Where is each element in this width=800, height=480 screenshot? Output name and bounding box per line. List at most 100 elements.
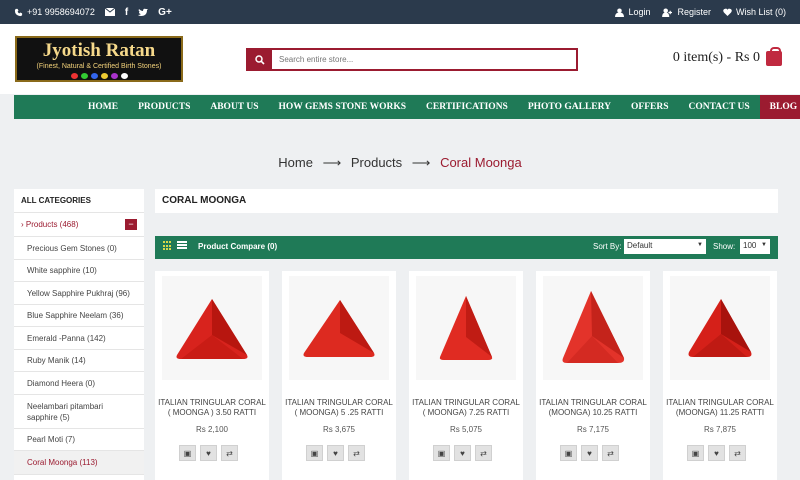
- phone-icon: [14, 8, 23, 16]
- breadcrumb-arrow-icon: ⟶: [411, 155, 431, 170]
- sidebar-title: ALL CATEGORIES: [14, 189, 144, 213]
- phone-number: +91 9958694072: [27, 7, 95, 17]
- compare-button[interactable]: ⇄: [475, 445, 492, 461]
- show-value: 100: [743, 241, 757, 250]
- sidebar-item-pearl[interactable]: Pearl Moti (7): [14, 429, 144, 451]
- add-to-wishlist-button[interactable]: ♥: [581, 445, 598, 461]
- compare-button[interactable]: ⇄: [221, 445, 238, 461]
- sidebar-item-white-sapphire[interactable]: White sapphire (10): [14, 260, 144, 282]
- product-name[interactable]: ITALIAN TRINGULAR CORAL (MOONGA) 11.25 R…: [665, 398, 775, 418]
- sidebar-item-neelambari[interactable]: Neelambari pitambari sapphire (5): [14, 395, 144, 429]
- nav-about-us[interactable]: ABOUT US: [200, 95, 268, 119]
- breadcrumb-products[interactable]: Products: [351, 155, 402, 170]
- login-label: Login: [628, 7, 651, 17]
- product-card[interactable]: ITALIAN TRINGULAR CORAL (MOONGA) 10.25 R…: [536, 271, 650, 480]
- site-header: Jyotish Ratan (Finest, Natural & Certifi…: [0, 24, 800, 94]
- compare-button[interactable]: ⇄: [348, 445, 365, 461]
- product-image[interactable]: [416, 276, 516, 380]
- nav-home[interactable]: HOME: [78, 95, 128, 119]
- breadcrumb-current: Coral Moonga: [440, 155, 522, 170]
- mail-icon[interactable]: [104, 8, 115, 16]
- phone-contact[interactable]: +91 9958694072: [14, 7, 95, 17]
- product-compare-link[interactable]: Product Compare (0): [198, 242, 277, 251]
- login-link[interactable]: Login: [615, 7, 650, 17]
- heart-icon: ♥: [587, 448, 592, 458]
- cart-icon: ▣: [183, 448, 192, 458]
- search-input[interactable]: [272, 50, 576, 69]
- nav-contact-us[interactable]: CONTACT US: [679, 95, 760, 119]
- add-to-wishlist-button[interactable]: ♥: [200, 445, 217, 461]
- cart-summary[interactable]: 0 item(s) - Rs 0: [673, 46, 782, 66]
- product-card[interactable]: ITALIAN TRINGULAR CORAL (MOONGA) 11.25 R…: [663, 271, 777, 480]
- product-card[interactable]: ITALIAN TRINGULAR CORAL ( MOONGA) 7.25 R…: [409, 271, 523, 480]
- nav-photo-gallery[interactable]: PHOTO GALLERY: [518, 95, 621, 119]
- product-name[interactable]: ITALIAN TRINGULAR CORAL (MOONGA) 10.25 R…: [538, 398, 648, 418]
- show-select[interactable]: 100 ▼: [740, 239, 770, 254]
- product-name[interactable]: ITALIAN TRINGULAR CORAL ( MOONGA) 7.25 R…: [411, 398, 521, 418]
- sort-select[interactable]: Default ▼: [624, 239, 706, 254]
- product-price: Rs 3,675: [322, 425, 356, 434]
- nav-blog[interactable]: BLOG: [759, 95, 800, 119]
- google-plus-icon[interactable]: G+: [158, 7, 172, 18]
- heart-icon: ♥: [206, 448, 211, 458]
- show-label: Show:: [713, 242, 736, 251]
- user-icon: [615, 7, 625, 17]
- breadcrumb-home[interactable]: Home: [278, 155, 313, 170]
- product-name[interactable]: ITALIAN TRINGULAR CORAL ( MOONGA ) 3.50 …: [157, 398, 267, 418]
- product-actions: ▣ ♥ ⇄: [306, 445, 365, 461]
- search-button[interactable]: [248, 50, 272, 69]
- exchange-icon: ⇄: [734, 448, 741, 458]
- sidebar-item-diamond[interactable]: Diamond Heera (0): [14, 372, 144, 395]
- sidebar-item-blue-sapphire[interactable]: Blue Sapphire Neelam (36): [14, 305, 144, 327]
- sidebar-item-precious-gem-stones[interactable]: Precious Gem Stones (0): [14, 237, 144, 260]
- twitter-icon[interactable]: [138, 8, 149, 17]
- add-to-cart-button[interactable]: ▣: [687, 445, 704, 461]
- nav-offers[interactable]: OFFERS: [621, 95, 678, 119]
- add-to-cart-button[interactable]: ▣: [179, 445, 196, 461]
- add-to-cart-button[interactable]: ▣: [433, 445, 450, 461]
- product-image[interactable]: [162, 276, 262, 380]
- product-actions: ▣ ♥ ⇄: [687, 445, 746, 461]
- site-logo[interactable]: Jyotish Ratan (Finest, Natural & Certifi…: [15, 36, 183, 82]
- product-card[interactable]: ITALIAN TRINGULAR CORAL ( MOONGA ) 3.50 …: [155, 271, 269, 480]
- add-to-wishlist-button[interactable]: ♥: [327, 445, 344, 461]
- sidebar-root-text: Products (468): [25, 220, 79, 229]
- product-image[interactable]: [289, 276, 389, 380]
- sidebar-item-yellow-sapphire[interactable]: Yellow Sapphire Pukhraj (96): [14, 282, 144, 305]
- product-price: Rs 5,075: [449, 425, 483, 434]
- add-to-cart-button[interactable]: ▣: [560, 445, 577, 461]
- register-link[interactable]: Register: [662, 7, 711, 17]
- nav-products[interactable]: PRODUCTS: [128, 95, 200, 119]
- sidebar-item-products[interactable]: › Products (468) −: [14, 213, 144, 237]
- product-price: Rs 2,100: [195, 425, 229, 434]
- exchange-icon: ⇄: [353, 448, 360, 458]
- product-listing: CORAL MOONGA Product Compare (0) Sort By…: [155, 189, 778, 480]
- facebook-icon[interactable]: f: [125, 7, 128, 18]
- sidebar-item-ruby[interactable]: Ruby Manik (14): [14, 350, 144, 372]
- sidebar-item-emerald[interactable]: Emerald -Panna (142): [14, 327, 144, 350]
- product-price: Rs 7,875: [703, 425, 737, 434]
- nav-certifications[interactable]: CERTIFICATIONS: [416, 95, 518, 119]
- product-image[interactable]: [670, 276, 770, 380]
- heart-icon: ♥: [333, 448, 338, 458]
- product-image[interactable]: [543, 276, 643, 380]
- compare-button[interactable]: ⇄: [729, 445, 746, 461]
- shopping-bag-icon: [766, 46, 782, 66]
- sort-value: Default: [627, 241, 653, 250]
- add-to-wishlist-button[interactable]: ♥: [454, 445, 471, 461]
- wishlist-link[interactable]: Wish List (0): [723, 7, 786, 17]
- collapse-icon[interactable]: −: [125, 219, 137, 230]
- product-card[interactable]: ITALIAN TRINGULAR CORAL ( MOONGA) 5 .25 …: [282, 271, 396, 480]
- nav-how-gems-work[interactable]: HOW GEMS STONE WORKS: [269, 95, 417, 119]
- add-to-wishlist-button[interactable]: ♥: [708, 445, 725, 461]
- logo-gems: [17, 73, 181, 79]
- add-to-cart-button[interactable]: ▣: [306, 445, 323, 461]
- product-name[interactable]: ITALIAN TRINGULAR CORAL ( MOONGA) 5 .25 …: [284, 398, 394, 418]
- dropdown-arrow-icon: ▼: [697, 242, 703, 248]
- compare-button[interactable]: ⇄: [602, 445, 619, 461]
- list-view-icon[interactable]: [177, 241, 187, 251]
- grid-view-icon[interactable]: [163, 241, 173, 251]
- top-bar: +91 9958694072 f G+ Login Register Wish …: [0, 0, 800, 24]
- sidebar-item-coral-moonga[interactable]: Coral Moonga (113): [14, 451, 144, 475]
- heart-icon: ♥: [460, 448, 465, 458]
